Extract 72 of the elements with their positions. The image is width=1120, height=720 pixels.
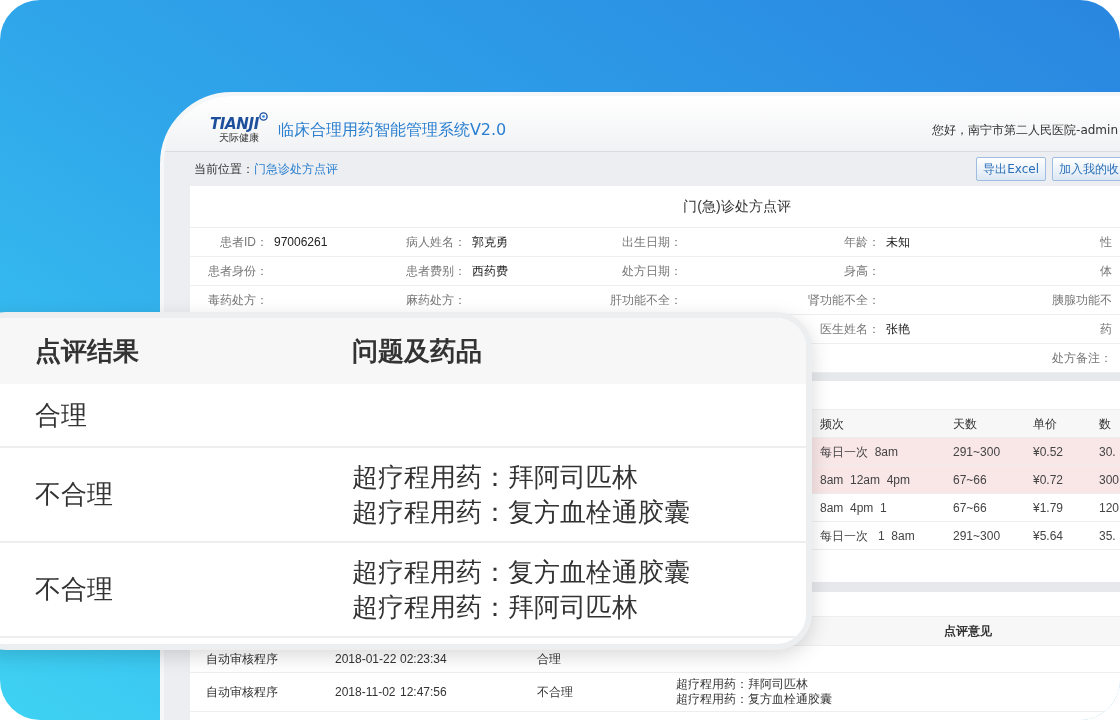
toolbar-button[interactable]: 加入我的收: [1052, 157, 1120, 181]
field-label: 医生姓名：: [819, 321, 880, 338]
table-cell: 67~66: [953, 472, 987, 487]
field-label: 出生日期：: [621, 234, 682, 251]
table-cell-text: 超疗程用药：复方血栓通胶囊: [352, 555, 690, 589]
column-header: 问题及药品: [352, 334, 482, 368]
table-cell: 合理: [35, 399, 87, 430]
app-title: 临床合理用药智能管理系统V2.0: [277, 118, 507, 141]
field-label: 肾功能不全：: [807, 292, 880, 309]
greeting-text: 您好，南宁市第二人民医院-admin: [932, 121, 1118, 139]
column-header: 天数: [953, 416, 977, 431]
column-header: 点评意见: [944, 623, 992, 640]
table-cell: 超疗程用药：复方血栓通胶囊: [676, 692, 832, 707]
table-cell: 自动审核程序: [206, 685, 278, 699]
field-value: 西药费: [472, 263, 508, 280]
field-value: 未知: [886, 234, 910, 251]
field-label: 病人姓名：: [405, 234, 466, 251]
table-cell: 300: [1099, 472, 1120, 487]
table-cell: 每日一次 1 8am: [820, 528, 915, 543]
toolbar-button[interactable]: 导出Excel: [976, 157, 1046, 181]
field-label: 患者ID：: [219, 234, 268, 251]
column-header: 频次: [820, 416, 844, 431]
field-label: 麻药处方：: [405, 292, 466, 309]
field-label: 年龄：: [843, 234, 880, 251]
table-cell: 30.: [1099, 444, 1116, 459]
table-cell: 8am 4pm 1: [820, 500, 887, 515]
field-label: 处方日期：: [621, 263, 682, 280]
table-cell: 每日一次 8am: [820, 444, 898, 459]
table-cell: 不合理: [35, 479, 113, 509]
table-cell: ¥5.64: [1033, 528, 1064, 543]
table-cell: ¥0.52: [1033, 444, 1064, 459]
field-value: 张艳: [886, 321, 910, 338]
table-cell: ¥1.79: [1033, 500, 1064, 515]
table-cell-text: 超疗程用药：复方血栓通胶囊: [352, 495, 690, 529]
table-cell: 291~300: [953, 444, 1001, 459]
table-cell: 67~66: [953, 500, 987, 515]
breadcrumb-label: 当前位置：: [194, 161, 254, 178]
page-title: 门(急)诊处方点评: [683, 197, 791, 216]
field-label: 药: [1099, 321, 1112, 338]
logo-wordmark: TIANJI: [210, 115, 259, 132]
field-label: 患者身份：: [207, 263, 268, 280]
field-label: 患者费别：: [405, 263, 466, 280]
field-label: 体: [1099, 263, 1112, 280]
field-label: 性: [1099, 234, 1112, 251]
table-cell: 02:23:34: [400, 652, 447, 666]
table-cell: 合理: [537, 652, 561, 666]
column-header: 点评结果: [35, 335, 139, 366]
table-cell: 自动审核程序: [206, 652, 278, 666]
breadcrumb-link[interactable]: 门急诊处方点评: [254, 160, 338, 178]
table-cell: ¥0.72: [1033, 472, 1064, 487]
column-header: 数: [1099, 416, 1111, 431]
table-cell: 35.: [1099, 528, 1116, 543]
field-label: 身高：: [843, 263, 880, 280]
table-cell-text: 超疗程用药：拜阿司匹林: [352, 590, 639, 624]
table-cell: 2018-11-02: [335, 685, 396, 699]
field-label: 肝功能不全：: [609, 292, 682, 309]
field-label: 处方备注：: [1051, 350, 1112, 367]
table-cell: 120: [1099, 500, 1120, 515]
table-cell-text: 超疗程用药：拜阿司匹林: [676, 677, 809, 692]
table-cell: 291~300: [953, 528, 1001, 543]
field-value: 郭克勇: [472, 234, 508, 251]
table-cell: 不合理: [537, 685, 573, 699]
field-label: 胰腺功能不: [1051, 292, 1112, 309]
table-cell: 12:47:56: [400, 685, 447, 699]
column-header: 单价: [1033, 416, 1057, 431]
field-label: 毒药处方：: [207, 292, 268, 309]
logo-caption: 天际健康: [218, 131, 259, 144]
table-cell-text: 超疗程用药：拜阿司匹林: [352, 460, 639, 494]
table-cell: 不合理: [35, 574, 113, 604]
field-value: 97006261: [274, 234, 328, 251]
table-cell: 8am 12am 4pm: [820, 472, 911, 487]
table-cell: 2018-01-22: [335, 652, 397, 666]
